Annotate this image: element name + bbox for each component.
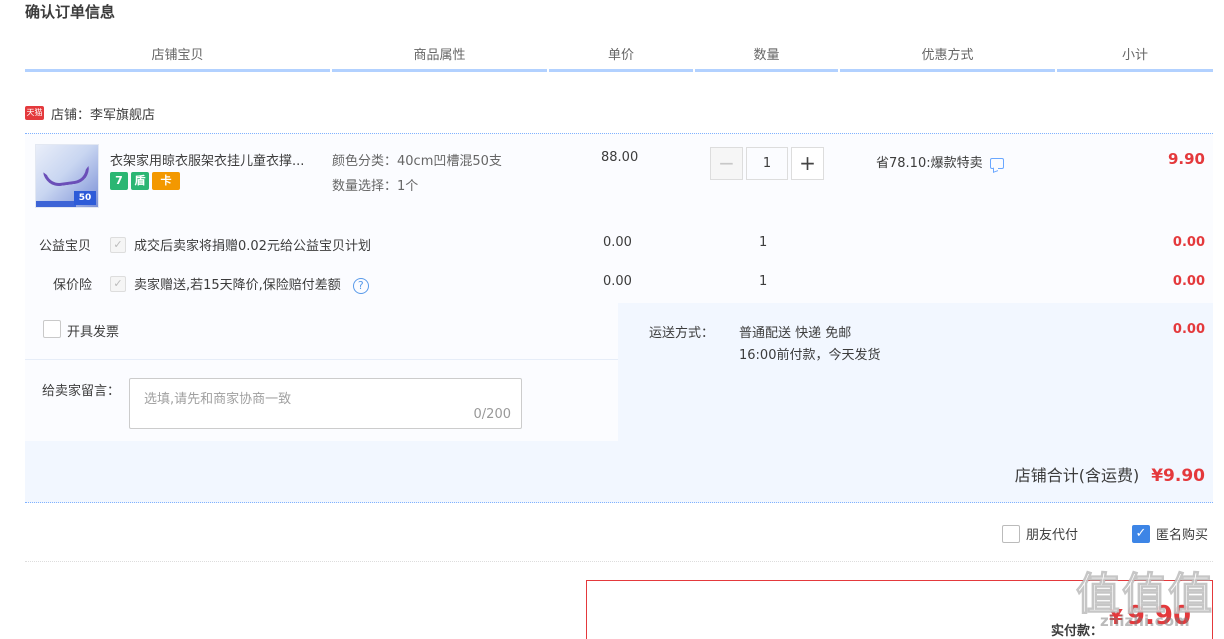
service-price: 0.00: [603, 235, 632, 250]
memo-char-count: 0/200: [473, 407, 511, 422]
tmall-icon: 天猫: [25, 106, 44, 120]
hanger-image: [43, 165, 91, 189]
shop-total-label: 店铺合计(含运费): [1014, 466, 1140, 485]
quantity-stepper: − 1 +: [710, 147, 824, 180]
page-title: 确认订单信息: [25, 3, 116, 21]
anonymous-checkbox[interactable]: ✓: [1132, 524, 1150, 543]
item-subtotal: 9.90: [1167, 150, 1205, 168]
service-price: 0.00: [603, 274, 632, 289]
memo-placeholder: 选填,请先和商家协商一致: [144, 392, 292, 407]
quantity-input[interactable]: 1: [746, 147, 788, 180]
decrease-button[interactable]: −: [710, 147, 743, 180]
memo-textarea[interactable]: 选填,请先和商家协商一致 0/200: [129, 378, 522, 429]
seven-day-return-icon[interactable]: 7: [110, 172, 128, 190]
service-text: 卖家赠送,若15天降价,保险赔付差额: [134, 278, 341, 293]
column-header-qty: 数量: [695, 46, 838, 72]
help-icon[interactable]: ?: [352, 278, 369, 294]
invoice-checkbox[interactable]: [43, 320, 61, 338]
product-title-link[interactable]: 衣架家用晾衣服架衣挂儿童衣撑...: [110, 150, 328, 169]
service-qty: 1: [759, 235, 768, 250]
service-text-wrap: 卖家赠送,若15天降价,保险赔付差额?: [134, 274, 369, 294]
increase-button[interactable]: +: [791, 147, 824, 180]
column-header-discount: 优惠方式: [840, 46, 1055, 72]
attr-quantity: 数量选择：1个: [332, 179, 419, 194]
promo-info: 省78.10:爆款特卖: [876, 152, 1004, 171]
payment-options: 朋友代付 ✓ 匿名购买: [25, 504, 1213, 562]
column-header-subtotal: 小计: [1057, 46, 1213, 72]
service-checkbox[interactable]: ✓: [110, 237, 126, 253]
service-row-charity: 公益宝贝 ✓ 成交后卖家将捐赠0.02元给公益宝贝计划 0.00 1 0.00: [25, 235, 1213, 255]
watermark-url: zhizhi.com: [1100, 612, 1190, 630]
shop-total-amount: ¥9.90: [1151, 466, 1205, 486]
service-subtotal: 0.00: [1172, 235, 1205, 250]
service-qty: 1: [759, 274, 768, 289]
invoice-section: 开具发票: [25, 303, 618, 360]
service-label: 保价险: [53, 278, 93, 293]
pay-label: 实付款：: [1051, 624, 1104, 639]
anonymous-label: 匿名购买: [1156, 528, 1209, 543]
shop-total: 店铺合计(含运费) ¥9.90: [1015, 462, 1205, 486]
credit-card-icon[interactable]: 卡: [152, 172, 180, 190]
order-item-area: 50 衣架家用晾衣服架衣挂儿童衣撑... 7 盾 卡 颜色分类：40cm凹槽混5…: [25, 133, 1213, 303]
memo-section: 给卖家留言： 选填,请先和商家协商一致 0/200: [25, 360, 618, 441]
shield-icon[interactable]: 盾: [131, 172, 149, 190]
friend-pay-checkbox[interactable]: [1002, 524, 1020, 543]
friend-pay-option[interactable]: 朋友代付: [1002, 524, 1078, 543]
attr-color: 颜色分类：40cm凹槽混50支: [332, 154, 502, 169]
column-header-price: 单价: [549, 46, 693, 72]
product-thumbnail[interactable]: 50: [35, 144, 99, 208]
shop-name-link[interactable]: 店铺：李军旗舰店: [51, 104, 155, 123]
service-row-insurance: 保价险 ✓ 卖家赠送,若15天降价,保险赔付差额? 0.00 1 0.00: [25, 274, 1213, 294]
column-header-item: 店铺宝贝: [25, 46, 330, 72]
service-subtotal: 0.00: [1172, 274, 1205, 289]
thumb-ribbon: [36, 201, 76, 207]
service-checkbox[interactable]: ✓: [110, 276, 126, 292]
shipping-method: 普通配送 快递 免邮: [739, 326, 852, 341]
invoice-label[interactable]: 开具发票: [67, 321, 119, 340]
column-header: 店铺宝贝 商品属性 单价 数量 优惠方式 小计: [25, 46, 1213, 72]
shipping-fee: 0.00: [1172, 322, 1205, 337]
unit-price: 88.00: [601, 150, 639, 165]
thumb-tag: 50: [74, 191, 96, 205]
shipping-label: 运送方式：: [649, 326, 715, 341]
shipping-note: 16:00前付款，今天发货: [739, 348, 881, 363]
column-header-attrs: 商品属性: [332, 46, 547, 72]
shipping-section: 运送方式： 普通配送 快递 免邮 16:00前付款，今天发货 0.00: [619, 303, 1213, 441]
promo-text: 省78.10:爆款特卖: [876, 156, 983, 171]
anonymous-option[interactable]: ✓ 匿名购买: [1132, 524, 1208, 543]
friend-pay-label: 朋友代付: [1026, 528, 1079, 543]
service-label: 公益宝贝: [39, 239, 92, 254]
product-badges: 7 盾 卡: [110, 172, 180, 190]
order-extras: 开具发票 给卖家留言： 选填,请先和商家协商一致 0/200 运送方式： 普通配…: [25, 303, 1213, 503]
memo-label: 给卖家留言：: [42, 384, 121, 399]
chat-icon[interactable]: [989, 158, 1004, 169]
service-text: 成交后卖家将捐赠0.02元给公益宝贝计划: [134, 239, 371, 254]
shop-row: 天猫 店铺：李军旗舰店: [25, 103, 155, 123]
